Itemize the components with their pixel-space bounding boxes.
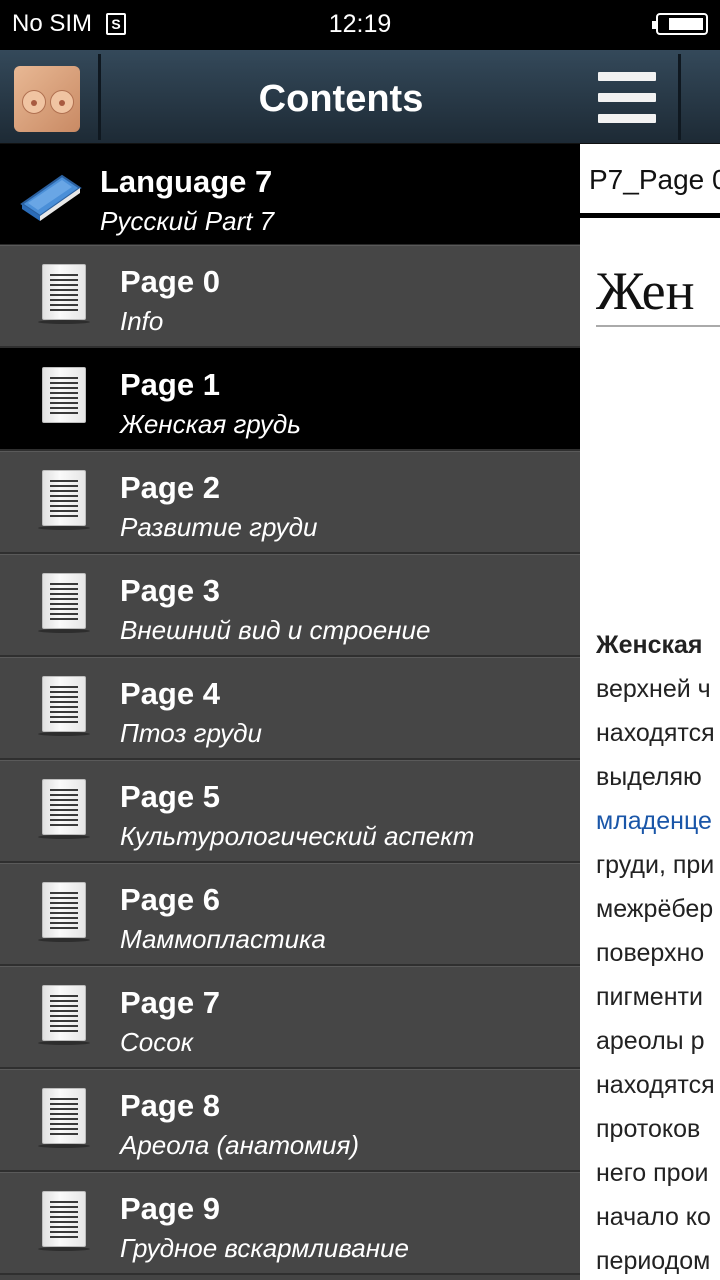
clock: 12:19 <box>328 10 392 38</box>
content-toolbar <box>580 50 720 144</box>
page-list-item[interactable]: Page 1 Женская грудь <box>0 348 580 451</box>
content-tab-bar: P7_Page 0 <box>580 144 720 218</box>
battery-icon <box>652 13 708 35</box>
article-body: Женская верхней ч находятся выделяю младенце… <box>596 628 720 1280</box>
page-item-subtitle: Внешний вид и строение <box>120 615 431 645</box>
page-item-subtitle: Культурологический аспект <box>120 821 475 851</box>
document-icon <box>38 573 90 635</box>
page-list: Page 0 Info Page 1 Женская грудь Page 2 Разви… <box>0 245 580 1275</box>
page-item-title: Page 6 <box>120 882 220 917</box>
page-item-title: Page 7 <box>120 985 220 1020</box>
document-icon <box>38 367 90 429</box>
book-icon <box>20 174 82 221</box>
page-item-title: Page 8 <box>120 1088 220 1123</box>
page-item-title: Page 0 <box>120 264 220 299</box>
page-list-item[interactable]: Page 3 Внешний вид и строение <box>0 554 580 657</box>
document-icon <box>38 1088 90 1150</box>
page-item-subtitle: Птоз груди <box>120 718 262 748</box>
page-item-subtitle: Женская грудь <box>120 409 301 439</box>
article-text-line: выделяю <box>596 763 702 791</box>
article-text-line: поверхно <box>596 939 705 967</box>
header-divider <box>98 54 101 140</box>
page-item-subtitle: Развитие груди <box>120 512 318 542</box>
article-text-line: ареолы р <box>596 1027 705 1055</box>
article-text-line: протоков <box>596 1115 701 1143</box>
toolbar-divider <box>678 54 681 140</box>
language-item[interactable]: Language 7 Русский Part 7 <box>0 144 580 245</box>
language-title: Language 7 <box>100 164 273 199</box>
drawer-title: Contents <box>258 78 424 120</box>
page-list-item[interactable]: Page 2 Развитие груди <box>0 451 580 554</box>
status-bar: No SIM S 12:19 <box>0 0 720 50</box>
page-list-item[interactable]: Page 8 Ареола (анатомия) <box>0 1069 580 1172</box>
page-list-item[interactable]: Page 4 Птоз груди <box>0 657 580 760</box>
page-item-subtitle: Грудное вскармливание <box>120 1233 409 1263</box>
document-icon <box>38 1191 90 1253</box>
page-item-title: Page 1 <box>120 367 220 402</box>
page-item-subtitle: Ареола (анатомия) <box>120 1130 360 1160</box>
article-text-line: него прои <box>596 1159 709 1187</box>
page-item-title: Page 9 <box>120 1191 220 1226</box>
page-item-subtitle: Сосок <box>120 1027 193 1057</box>
hamburger-menu-icon[interactable] <box>598 72 656 124</box>
article-text-line: пигменти <box>596 983 703 1011</box>
page-list-item[interactable]: Page 9 Грудное вскармливание <box>0 1172 580 1275</box>
page-item-subtitle: Info <box>120 306 164 336</box>
language-subtitle: Русский Part 7 <box>100 206 275 236</box>
article-text-line: находятся <box>596 1071 715 1099</box>
contents-list: Language 7 Русский Part 7 Page 0 Info Page… <box>0 144 580 1275</box>
page-list-item[interactable]: Page 5 Культурологический аспект <box>0 760 580 863</box>
document-icon <box>38 882 90 944</box>
page-item-title: Page 4 <box>120 676 220 711</box>
article-link[interactable]: младенце <box>596 804 720 848</box>
page-list-item[interactable]: Page 0 Info <box>0 245 580 348</box>
page-item-title: Page 5 <box>120 779 220 814</box>
heading-rule <box>596 325 720 327</box>
article-text-line: груди, при <box>596 851 715 879</box>
page-item-title: Page 3 <box>120 573 220 608</box>
tab-current-page[interactable]: P7_Page 0 <box>589 164 720 196</box>
article-text-line: верхней ч <box>596 675 711 703</box>
document-icon <box>38 779 90 841</box>
article-text-line: межрёбер <box>596 895 714 923</box>
article-heading: Жен <box>596 261 695 321</box>
navigation-drawer: Contents Language 7 Русский Part 7 Page … <box>0 50 580 1280</box>
document-icon <box>38 264 90 326</box>
article-text-line: периодом <box>596 1247 711 1275</box>
page-item-subtitle: Маммопластика <box>120 924 326 954</box>
drawer-header: Contents <box>0 50 580 144</box>
document-icon <box>38 676 90 738</box>
page-item-title: Page 2 <box>120 470 220 505</box>
app-logo-icon <box>14 66 80 132</box>
page-list-item[interactable]: Page 6 Маммопластика <box>0 863 580 966</box>
content-pane: P7_Page 0 Жен Женская верхней ч находятся в… <box>580 50 720 1280</box>
article-text-line: начало ко <box>596 1203 711 1231</box>
document-icon <box>38 985 90 1047</box>
article-text-line: находятся <box>596 719 715 747</box>
document-icon <box>38 470 90 532</box>
article-text-line: Женская <box>596 631 703 659</box>
page-list-item[interactable]: Page 7 Сосок <box>0 966 580 1069</box>
